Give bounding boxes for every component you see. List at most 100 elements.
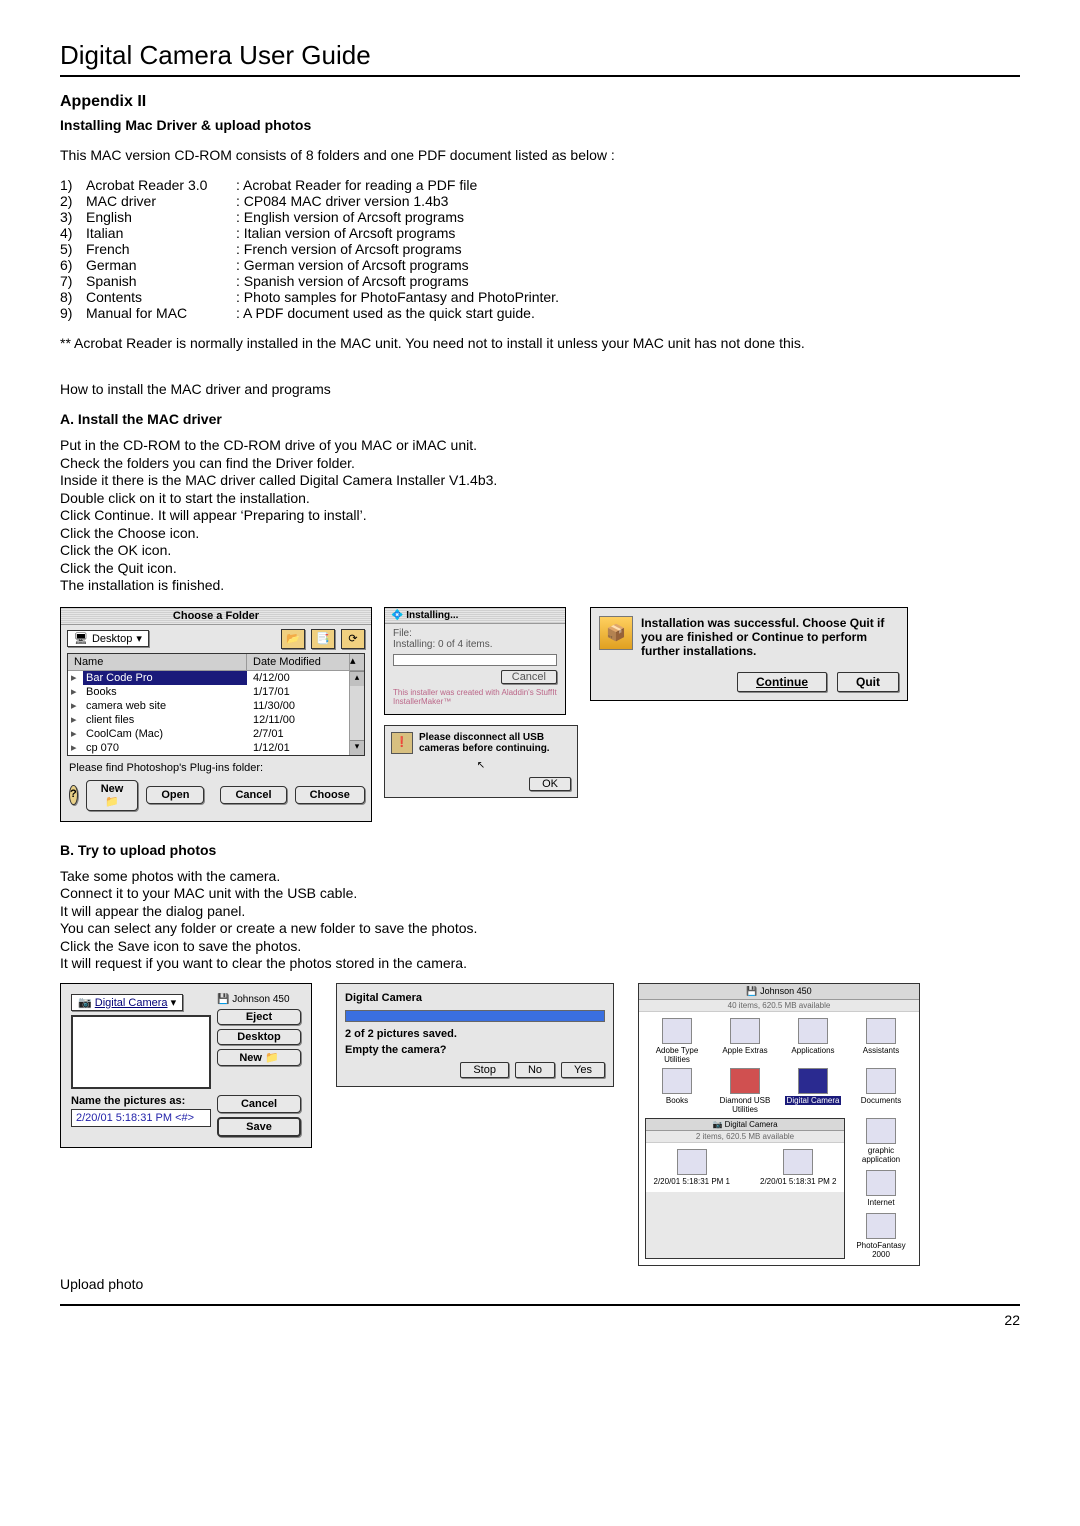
installing-column: 💠 Installing... File: Installing: 0 of 4… [384,607,578,798]
upload-caption: Upload photo [60,1276,1020,1292]
list-item[interactable]: ▸ client files 12/11/00 [68,713,349,727]
install-status: Installing: 0 of 4 items. [393,639,557,650]
success-icon: 📦 [599,616,633,650]
folder-row: 9) Manual for MAC : A PDF document used … [60,305,1020,321]
sort-arrow-icon[interactable]: ▴ [350,654,364,670]
folder-list: 1) Acrobat Reader 3.0 : Acrobat Reader f… [60,177,1020,321]
warning-icon: ❗ [391,732,413,754]
quit-button[interactable]: Quit [837,672,899,692]
open-button[interactable]: Open [146,786,204,804]
dropdown-arrow-icon: ▾ [171,997,177,1009]
finder-subheader: 40 items, 620.5 MB available [639,1000,919,1012]
finder-item[interactable]: 2/20/01 5:18:31 PM 1 [654,1149,731,1186]
finder-item[interactable]: graphic application [849,1118,913,1164]
toolbar-button-3[interactable]: ⟳ [341,629,365,649]
continue-button[interactable]: Continue [737,672,827,692]
finder-window: 💾 Johnson 450 40 items, 620.5 MB availab… [638,983,920,1266]
cancel-button[interactable]: Cancel [501,670,557,684]
column-date[interactable]: Date Modified [247,654,350,670]
list-item[interactable]: ▸ Books 1/17/01 [68,685,349,699]
filename-input[interactable]: 2/20/01 5:18:31 PM <#> [71,1109,211,1127]
howto-heading: How to install the MAC driver and progra… [60,381,1020,397]
finder-item[interactable]: Documents [849,1068,913,1114]
finder-item[interactable]: Apple Extras [713,1018,777,1064]
list-item[interactable]: ▸ cp 070 1/12/01 [68,741,349,755]
save-file-list[interactable] [71,1015,211,1089]
stop-button[interactable]: Stop [460,1062,509,1078]
photo-icon [677,1149,707,1175]
toolbar-button-1[interactable]: 📂 [281,629,305,649]
folder-icon [866,1118,896,1144]
location-dropdown[interactable]: 🖥 Desktop ▾ [67,630,149,647]
disclosure-triangle-icon[interactable]: ▸ [68,727,83,740]
finder-item[interactable]: Digital Camera [781,1068,845,1114]
eject-button[interactable]: Eject [217,1009,301,1025]
finder-item[interactable]: PhotoFantasy 2000 [849,1213,913,1259]
disclosure-triangle-icon[interactable]: ▸ [68,671,83,684]
finder-item[interactable]: Internet [849,1170,913,1207]
folder-row: 4) Italian : Italian version of Arcsoft … [60,225,1020,241]
scroll-up-icon[interactable]: ▴ [350,671,364,686]
finder-item[interactable]: Applications [781,1018,845,1064]
folder-row: 7) Spanish : Spanish version of Arcsoft … [60,273,1020,289]
disclosure-triangle-icon[interactable]: ▸ [68,685,83,698]
finder-item[interactable]: 2/20/01 5:18:31 PM 2 [760,1149,837,1186]
finder-item[interactable]: Diamond USB Utilities [713,1068,777,1114]
folder-row: 8) Contents : Photo samples for PhotoFan… [60,289,1020,305]
dialog-title: Digital Camera [345,992,605,1004]
folder-listbox[interactable]: Name Date Modified ▴ ▸ Bar Code Pro 4/12… [67,653,365,756]
page-number: 22 [60,1304,1020,1328]
page-title: Digital Camera User Guide [60,40,1020,77]
empty-camera-dialog: Digital Camera 2 of 2 pictures saved. Em… [336,983,614,1087]
list-item[interactable]: ▸ Bar Code Pro 4/12/00 [68,671,349,685]
new-folder-button[interactable]: New 📁 [86,780,139,811]
camera-icon: 📷 [712,1120,722,1129]
photo-icon [783,1149,813,1175]
folder-icon [730,1018,760,1044]
list-item[interactable]: ▸ CoolCam (Mac) 2/7/01 [68,727,349,741]
cancel-button[interactable]: Cancel [220,786,286,804]
toolbar-button-2[interactable]: 📑 [311,629,335,649]
ok-button[interactable]: OK [529,777,571,791]
folder-icon [662,1068,692,1094]
installing-dialog: 💠 Installing... File: Installing: 0 of 4… [384,607,566,715]
no-button[interactable]: No [515,1062,555,1078]
nested-sub: 2 items, 620.5 MB available [646,1131,844,1143]
folder-icon [866,1170,896,1196]
file-label: File: [393,628,557,639]
new-folder-button[interactable]: New 📁 [217,1049,301,1066]
scrollbar[interactable]: ▴ ▾ [349,671,364,755]
list-item[interactable]: ▸ camera web site 11/30/00 [68,699,349,713]
folder-icon [866,1068,896,1094]
finder-item[interactable]: Books [645,1068,709,1114]
folder-icon [798,1018,828,1044]
yes-button[interactable]: Yes [561,1062,605,1078]
name-label: Name the pictures as: [71,1095,211,1107]
disclosure-triangle-icon[interactable]: ▸ [68,741,83,754]
finder-nested-window: 📷 Digital Camera 2 items, 620.5 MB avail… [645,1118,845,1259]
empty-question: Empty the camera? [345,1044,605,1056]
section-a-heading: A. Install the MAC driver [60,411,1020,427]
saved-status: 2 of 2 pictures saved. [345,1028,605,1040]
desktop-button[interactable]: Desktop [217,1029,301,1045]
save-button[interactable]: Save [217,1117,301,1137]
progress-bar [393,654,557,666]
folder-row: 2) MAC driver : CP084 MAC driver version… [60,193,1020,209]
dialog-title: Choose a Folder [61,608,371,625]
finder-item[interactable]: Adobe Type Utilities [645,1018,709,1064]
intro-paragraph: This MAC version CD-ROM consists of 8 fo… [60,147,1020,163]
scroll-down-icon[interactable]: ▾ [350,740,364,755]
finder-item[interactable]: Assistants [849,1018,913,1064]
column-name[interactable]: Name [68,654,247,670]
help-button[interactable]: ? [69,785,78,805]
choose-button[interactable]: Choose [295,786,365,804]
cancel-button[interactable]: Cancel [217,1095,301,1113]
folder-icon [730,1068,760,1094]
folder-icon [866,1018,896,1044]
folder-row: 6) German : German version of Arcsoft pr… [60,257,1020,273]
disclosure-triangle-icon[interactable]: ▸ [68,713,83,726]
disclosure-triangle-icon[interactable]: ▸ [68,699,83,712]
save-location-dropdown[interactable]: 📷 Digital Camera ▾ [71,994,183,1011]
installer-icon: 💠 [391,610,403,621]
section-b-steps: Take some photos with the camera. Connec… [60,868,1020,973]
